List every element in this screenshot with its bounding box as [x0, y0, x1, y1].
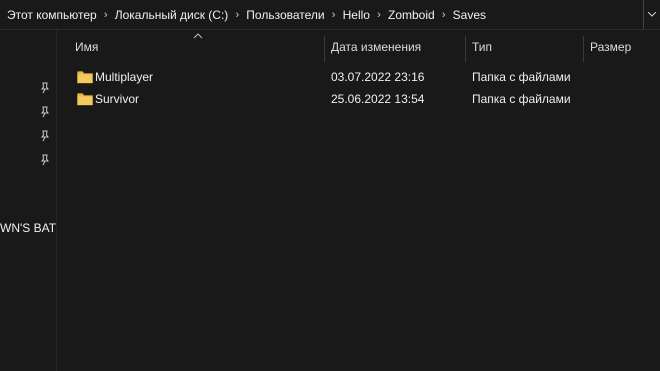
breadcrumb-item-hello[interactable]: Hello — [342, 8, 371, 22]
column-header-type-label: Тип — [472, 40, 493, 54]
file-type: Папка с файлами — [472, 70, 571, 84]
nav-item-truncated[interactable]: WN'S BATT — [0, 221, 56, 235]
chevron-right-icon[interactable]: › — [326, 9, 342, 21]
file-explorer-window: Этот компьютер › Локальный диск (C:) › П… — [0, 0, 660, 371]
address-bar[interactable]: Этот компьютер › Локальный диск (C:) › П… — [0, 0, 660, 30]
folder-icon — [77, 93, 93, 106]
column-header-size-label: Размер — [590, 40, 632, 54]
pin-icon[interactable] — [39, 82, 51, 94]
pin-icon[interactable] — [39, 130, 51, 142]
column-header-name-label: Имя — [75, 40, 99, 54]
chevron-right-icon[interactable]: › — [436, 9, 452, 21]
column-header-date[interactable]: Дата изменения — [325, 30, 465, 64]
breadcrumb-item-local-disk[interactable]: Локальный диск (C:) — [114, 8, 230, 22]
file-date: 03.07.2022 23:16 — [331, 70, 425, 84]
folder-icon — [77, 71, 93, 84]
pin-icon[interactable] — [39, 106, 51, 118]
file-list: Имя Дата изменения Тип Размер Multiplaye… — [57, 30, 660, 371]
breadcrumb-item-saves[interactable]: Saves — [452, 8, 487, 22]
file-row[interactable]: Multiplayer 03.07.2022 23:16 Папка с фай… — [69, 66, 571, 88]
column-header-size[interactable]: Размер — [584, 30, 660, 64]
column-header-name[interactable]: Имя — [69, 30, 324, 64]
pin-icon[interactable] — [39, 154, 51, 166]
chevron-right-icon[interactable]: › — [98, 9, 114, 21]
file-type: Папка с файлами — [472, 92, 571, 106]
file-name: Multiplayer — [95, 70, 154, 84]
breadcrumb-item-users[interactable]: Пользователи — [245, 8, 325, 22]
file-name: Survivor — [95, 92, 140, 106]
chevron-right-icon[interactable]: › — [229, 9, 245, 21]
column-header-date-label: Дата изменения — [331, 40, 422, 54]
file-row[interactable]: Survivor 25.06.2022 13:54 Папка с файлам… — [69, 88, 571, 110]
chevron-right-icon[interactable]: › — [371, 9, 387, 21]
column-header-type[interactable]: Тип — [466, 30, 583, 64]
breadcrumb-item-zomboid[interactable]: Zomboid — [387, 8, 436, 22]
breadcrumb-item-this-pc[interactable]: Этот компьютер — [6, 8, 98, 22]
file-date: 25.06.2022 13:54 — [331, 92, 425, 106]
chevron-down-icon — [648, 12, 656, 17]
navigation-pane: WN'S BATT — [0, 30, 57, 371]
breadcrumb: Этот компьютер › Локальный диск (C:) › П… — [0, 0, 487, 29]
address-history-dropdown[interactable] — [643, 0, 660, 29]
